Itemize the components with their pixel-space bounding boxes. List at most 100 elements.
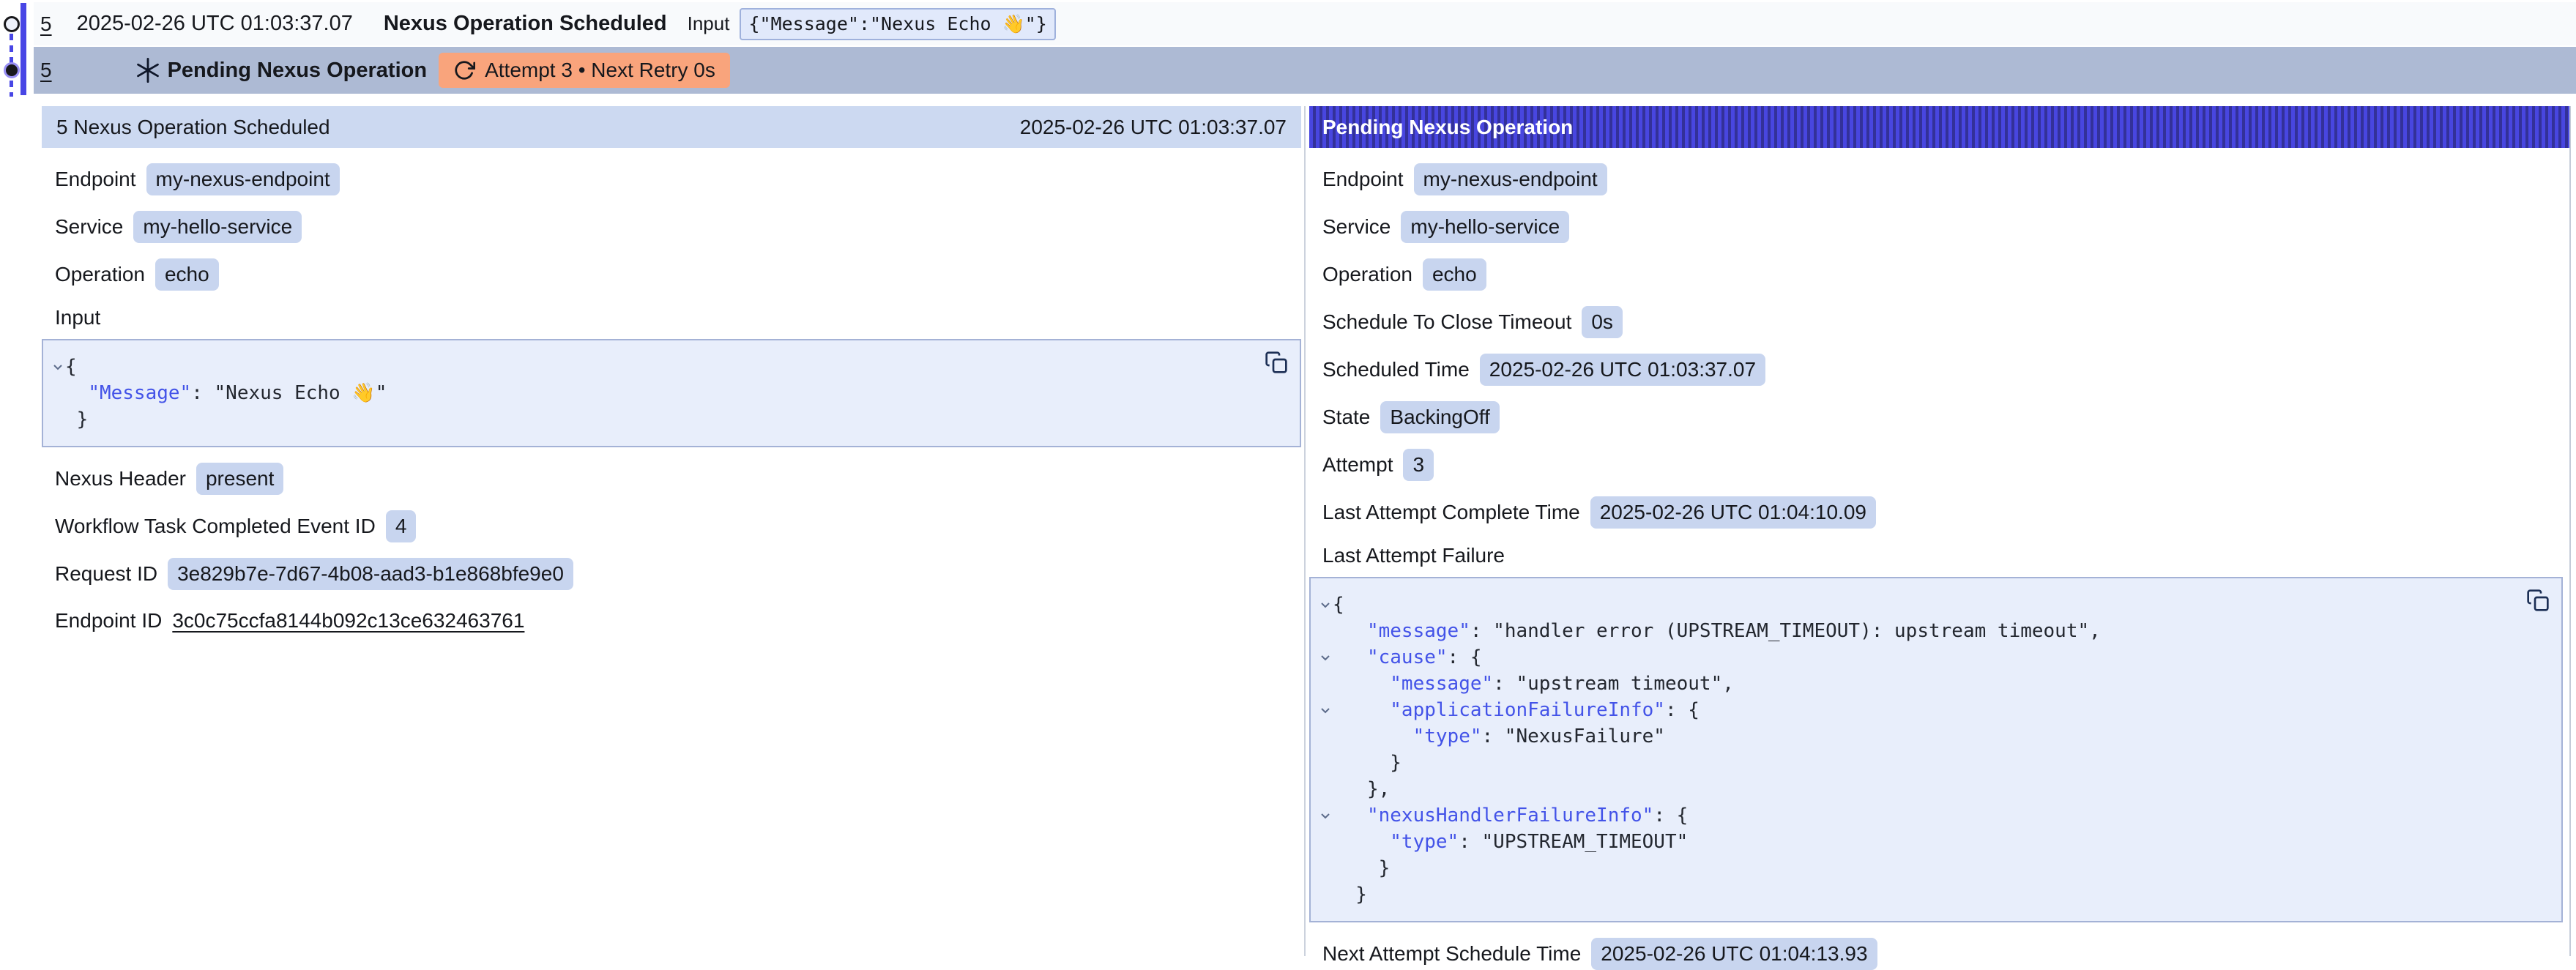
event-timestamp: 2025-02-26 UTC 01:03:37.07 [77, 12, 353, 36]
field-label: Scheduled Time [1322, 358, 1470, 381]
field-row: Request ID 3e829b7e-7d67-4b08-aad3-b1e868… [55, 558, 1301, 590]
panel-timestamp: 2025-02-26 UTC 01:03:37.07 [1020, 116, 1287, 139]
json-line: { [1311, 592, 2561, 618]
json-line: "message": "handler error (UPSTREAM_TIME… [1311, 618, 2561, 644]
field-value-badge: 2025-02-26 UTC 01:04:13.93 [1591, 938, 1877, 970]
pending-asterisk-icon [135, 58, 160, 83]
field-label: Endpoint [55, 168, 136, 191]
event-id-link[interactable]: 5 [40, 59, 52, 82]
field-row: Nexus Header present [55, 463, 1301, 495]
json-line: "Message": "Nexus Echo 👋" [43, 380, 1300, 406]
field-label: Workflow Task Completed Event ID [55, 515, 376, 538]
json-line: { [43, 354, 1300, 380]
field-label: Endpoint ID [55, 609, 162, 633]
attempt-retry-badge: Attempt 3 • Next Retry 0s [439, 53, 730, 88]
field-value-badge: my-hello-service [1401, 211, 1569, 243]
json-line: "cause": { [1311, 644, 2561, 671]
copy-icon[interactable] [2526, 589, 2550, 612]
json-line: "nexusHandlerFailureInfo": { [1311, 802, 2561, 829]
copy-icon[interactable] [1265, 351, 1288, 374]
json-line: "applicationFailureInfo": { [1311, 697, 2561, 723]
field-value-badge: 2025-02-26 UTC 01:04:10.09 [1590, 496, 1876, 529]
scheduled-panel-fields: Endpoint my-nexus-endpoint Service my-hello… [42, 163, 1301, 636]
event-title: Nexus Operation Scheduled [384, 12, 667, 36]
field-label: Service [55, 215, 123, 239]
field-row: Service my-hello-service [1322, 211, 2569, 243]
panel-divider [1304, 106, 1306, 956]
field-value-badge: 4 [386, 510, 417, 542]
field-value-badge: my-nexus-endpoint [1414, 163, 1607, 195]
pending-panel-header: Pending Nexus Operation [1309, 106, 2569, 148]
json-viewer: { "message": "handler error (UPSTREAM_TI… [1309, 577, 2563, 922]
field-label: Schedule To Close Timeout [1322, 310, 1571, 334]
field-label: Last Attempt Failure [1322, 544, 2569, 567]
pending-panel-fields: Endpoint my-nexus-endpoint Service my-hello… [1309, 163, 2569, 970]
json-line: "message": "upstream timeout", [1311, 671, 2561, 697]
field-row: Schedule To Close Timeout 0s [1322, 306, 2569, 338]
field-label: Request ID [55, 562, 157, 586]
expand-toggle-icon[interactable] [1311, 707, 1333, 714]
field-label: Next Attempt Schedule Time [1322, 942, 1581, 966]
field-label: Service [1322, 215, 1391, 239]
field-row: Next Attempt Schedule Time 2025-02-26 UTC… [1322, 938, 2569, 970]
json-line: "type": "UPSTREAM_TIMEOUT" [1311, 829, 2561, 855]
json-line: } [1311, 855, 2561, 881]
json-line: } [43, 406, 1300, 433]
json-line: }, [1311, 776, 2561, 802]
field-label: Endpoint [1322, 168, 1404, 191]
field-value-badge: 0s [1582, 306, 1623, 338]
field-row: Operation echo [1322, 258, 2569, 291]
field-label: Operation [1322, 263, 1412, 286]
scheduled-event-panel: 5 Nexus Operation Scheduled 2025-02-26 U… [42, 106, 1301, 956]
field-row: StateBackingOff [1322, 401, 2569, 433]
expand-toggle-icon[interactable] [1311, 813, 1333, 819]
field-value-link[interactable]: 3c0c75ccfa8144b092c13ce632463761 [172, 609, 524, 633]
json-viewer: { "Message": "Nexus Echo 👋" } [42, 339, 1301, 447]
field-row: Endpoint my-nexus-endpoint [55, 163, 1301, 195]
field-row: Endpoint my-nexus-endpoint [1322, 163, 2569, 195]
field-value-badge: 2025-02-26 UTC 01:03:37.07 [1480, 354, 1765, 386]
panel-title: Pending Nexus Operation [1322, 116, 1573, 139]
event-input-chip[interactable]: {"Message":"Nexus Echo 👋"} [740, 8, 1055, 40]
field-label: Nexus Header [55, 467, 186, 490]
field-label: Attempt [1322, 453, 1393, 477]
attempt-retry-text: Attempt 3 • Next Retry 0s [485, 59, 715, 82]
panel-right-border [2569, 106, 2571, 956]
field-row: Endpoint ID 3c0c75ccfa8144b092c13ce632463… [55, 605, 1301, 636]
expand-toggle-icon[interactable] [1311, 654, 1333, 661]
expand-toggle-icon[interactable] [43, 364, 65, 370]
json-line: } [1311, 881, 2561, 908]
field-value-badge: 3e829b7e-7d67-4b08-aad3-b1e868bfe9e0 [168, 558, 573, 590]
field-value-badge: my-nexus-endpoint [146, 163, 340, 195]
event-title: Pending Nexus Operation [168, 59, 428, 83]
field-row: Operation echo [55, 258, 1301, 291]
field-label: Input [55, 306, 1301, 329]
event-row-pending[interactable]: 5 Pending Nexus Operation Attempt 3 • Ne… [34, 47, 2576, 94]
field-value-badge: my-hello-service [133, 211, 302, 243]
timeline-line [21, 3, 26, 95]
field-label: State [1322, 406, 1370, 429]
field-row: Last Attempt Complete Time 2025-02-26 UTC… [1322, 496, 2569, 529]
field-row: Service my-hello-service [55, 211, 1301, 243]
pending-operation-panel: Pending Nexus Operation Endpoint my-nexus… [1309, 106, 2569, 956]
scheduled-panel-header: 5 Nexus Operation Scheduled 2025-02-26 U… [42, 106, 1301, 148]
field-value-badge: present [196, 463, 283, 495]
field-value-badge: echo [1423, 258, 1486, 291]
field-value-badge: 3 [1403, 449, 1434, 481]
field-row: Workflow Task Completed Event ID 4 [55, 510, 1301, 542]
timeline-node-pending-icon [4, 62, 20, 78]
json-line: } [1311, 750, 2561, 776]
field-value-badge: echo [155, 258, 219, 291]
field-label: Last Attempt Complete Time [1322, 501, 1580, 524]
panel-title: 5 Nexus Operation Scheduled [56, 116, 330, 139]
event-input-label: Input [688, 12, 730, 35]
expand-toggle-icon[interactable] [1311, 602, 1333, 608]
retry-icon [453, 59, 475, 81]
event-row-scheduled[interactable]: 5 2025-02-26 UTC 01:03:37.07 Nexus Opera… [34, 2, 2576, 45]
field-row: Attempt 3 [1322, 449, 2569, 481]
field-row: Scheduled Time 2025-02-26 UTC 01:03:37.07 [1322, 354, 2569, 386]
event-id-link[interactable]: 5 [40, 12, 52, 36]
timeline-node-scheduled-icon [4, 16, 20, 32]
json-line: "type": "NexusFailure" [1311, 723, 2561, 750]
field-label: Operation [55, 263, 145, 286]
